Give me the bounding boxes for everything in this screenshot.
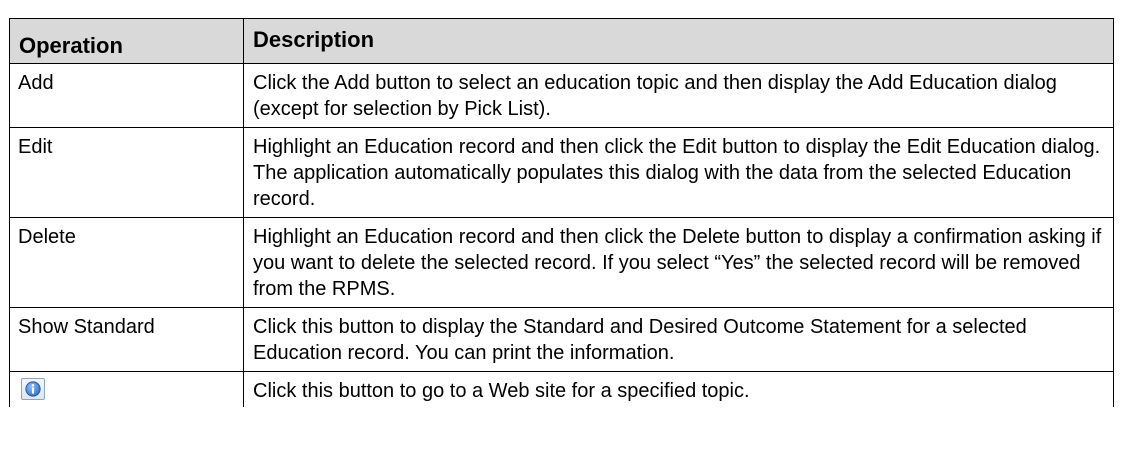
table-row: Click this button to go to a Web site fo… [9,371,1114,407]
operation-cell-edit: Edit [9,127,244,218]
operations-table: Operation Description Add Click the Add … [9,18,1114,407]
table-row: Show Standard Click this button to displ… [9,307,1114,372]
table-row: Edit Highlight an Education record and t… [9,127,1114,218]
header-row: Operation Description [9,18,1114,64]
description-cell: Highlight an Education record and then c… [243,127,1114,218]
operation-cell-delete: Delete [9,217,244,308]
table-row: Delete Highlight an Education record and… [9,217,1114,308]
description-cell: Click the Add button to select an educat… [243,63,1114,128]
description-cell: Click this button to display the Standar… [243,307,1114,372]
operation-cell-info [9,371,244,407]
operation-cell-show-standard: Show Standard [9,307,244,372]
info-button [21,378,45,400]
description-column-header: Description [243,18,1114,64]
description-cell: Click this button to go to a Web site fo… [243,371,1114,407]
operation-column-header: Operation [9,18,244,64]
info-icon [25,381,41,397]
operation-cell-add: Add [9,63,244,128]
description-cell: Highlight an Education record and then c… [243,217,1114,308]
table-row: Add Click the Add button to select an ed… [9,63,1114,128]
